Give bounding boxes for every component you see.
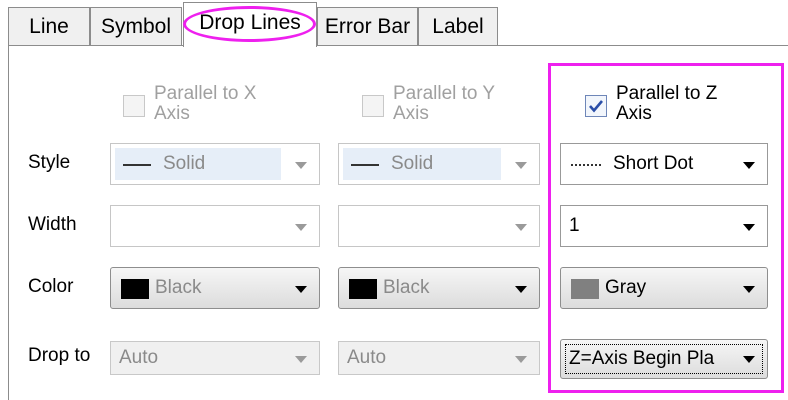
parallel-x-label: Parallel to X Axis xyxy=(154,83,257,124)
width-z-value: 1 xyxy=(569,215,580,236)
drop-to-z-value: Z=Axis Begin Pla xyxy=(569,348,715,369)
width-x-combo[interactable] xyxy=(110,205,320,247)
tab-strip: Line Symbol Drop Lines Error Bar Label xyxy=(0,0,788,47)
width-y-combo[interactable] xyxy=(338,205,540,247)
chevron-down-icon xyxy=(515,356,527,363)
drop-to-x-value: Auto xyxy=(119,347,159,368)
parallel-x-checkbox[interactable] xyxy=(123,95,145,117)
color-swatch-black xyxy=(121,279,149,299)
color-y-value: Black xyxy=(383,277,430,298)
tab-label[interactable]: Label xyxy=(418,7,498,45)
solid-line-sample xyxy=(123,164,151,166)
width-z-combo[interactable]: 1 xyxy=(560,205,768,247)
color-y-combo[interactable]: Black xyxy=(338,267,540,309)
style-x-combo[interactable]: Solid xyxy=(110,143,320,185)
color-x-combo[interactable]: Black xyxy=(110,267,320,309)
parallel-y-checkbox[interactable] xyxy=(362,95,384,117)
chevron-down-icon xyxy=(515,162,527,169)
short-dot-line-sample xyxy=(571,164,601,166)
chevron-down-icon xyxy=(743,286,755,293)
style-z-combo[interactable]: Short Dot xyxy=(560,143,768,185)
color-swatch-black xyxy=(349,279,377,299)
chevron-down-icon xyxy=(743,224,755,231)
chevron-down-icon xyxy=(515,224,527,231)
color-label: Color xyxy=(28,276,74,297)
width-label: Width xyxy=(28,214,77,235)
tab-error-bar[interactable]: Error Bar xyxy=(317,7,418,45)
drop-to-x-combo[interactable]: Auto xyxy=(110,341,320,375)
chevron-down-icon xyxy=(295,356,307,363)
drop-to-label: Drop to xyxy=(28,345,91,366)
tab-drop-lines[interactable]: Drop Lines xyxy=(183,2,317,47)
style-y-combo[interactable]: Solid xyxy=(338,143,540,185)
parallel-z-checkbox[interactable] xyxy=(585,95,607,117)
color-z-value: Gray xyxy=(605,277,647,298)
style-y-value: Solid xyxy=(391,153,434,174)
parallel-y-label: Parallel to Y Axis xyxy=(393,83,496,124)
drop-to-y-value: Auto xyxy=(347,347,387,368)
chevron-down-icon xyxy=(743,356,755,363)
color-z-combo[interactable]: Gray xyxy=(560,267,768,309)
tab-symbol[interactable]: Symbol xyxy=(90,7,182,45)
chevron-down-icon xyxy=(515,286,527,293)
style-x-value: Solid xyxy=(163,153,206,174)
chevron-down-icon xyxy=(295,286,307,293)
style-z-value: Short Dot xyxy=(613,153,694,174)
drop-to-y-combo[interactable]: Auto xyxy=(338,341,540,375)
drop-to-z-combo[interactable]: Z=Axis Begin Pla xyxy=(560,339,768,379)
color-x-value: Black xyxy=(155,277,202,298)
checkmark-icon xyxy=(589,100,603,113)
chevron-down-icon xyxy=(295,162,307,169)
parallel-z-label: Parallel to Z Axis xyxy=(616,83,718,124)
tab-line[interactable]: Line xyxy=(8,7,90,45)
color-swatch-gray xyxy=(571,279,599,299)
style-label: Style xyxy=(28,152,71,173)
chevron-down-icon xyxy=(295,224,307,231)
chevron-down-icon xyxy=(743,162,755,169)
solid-line-sample xyxy=(351,164,379,166)
